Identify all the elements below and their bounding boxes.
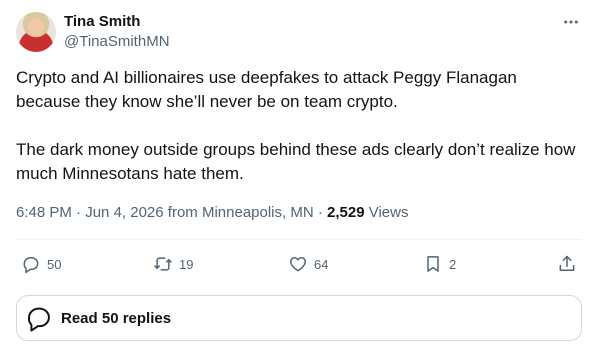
post-header: Tina Smith @TinaSmithMN — [16, 12, 582, 54]
bookmark-count: 2 — [449, 256, 457, 272]
share-button[interactable] — [557, 250, 577, 278]
author-name[interactable]: Tina Smith — [64, 13, 140, 31]
share-upload-icon — [559, 255, 575, 271]
bookmark-button[interactable]: 2 — [423, 250, 456, 278]
reply-bubble-icon — [28, 307, 50, 332]
meta-separator: · — [71, 204, 86, 221]
reply-count: 50 — [47, 256, 62, 272]
views-count: 2,529 — [327, 204, 365, 221]
more-options-button[interactable] — [560, 12, 582, 32]
like-button[interactable]: 64 — [288, 250, 328, 278]
post-date-link[interactable]: Jun 4, 2026 — [85, 204, 163, 221]
meta-separator: · — [313, 204, 328, 221]
post-paragraph: The dark money outside groups behind the… — [16, 140, 576, 183]
read-replies-button[interactable]: Read 50 replies — [16, 295, 582, 341]
author-handle[interactable]: @TinaSmithMN — [64, 33, 170, 51]
post-meta: 6:48 PM · Jun 4, 2026 from Minneapolis, … — [16, 204, 408, 222]
reply-bubble-icon — [23, 257, 39, 274]
bookmark-icon — [427, 256, 439, 272]
repost-arrows-icon — [154, 257, 172, 271]
views-label: Views — [364, 204, 409, 221]
post-time-link[interactable]: 6:48 PM — [16, 204, 72, 221]
avatar[interactable] — [16, 12, 56, 52]
read-replies-label: Read 50 replies — [61, 309, 172, 327]
post-text: Crypto and AI billionaires use deepfakes… — [16, 66, 582, 186]
post-paragraph: Crypto and AI billionaires use deepfakes… — [16, 68, 517, 111]
post-location: from Minneapolis, MN — [163, 204, 314, 221]
like-count: 64 — [314, 256, 329, 272]
more-horizontal-icon — [564, 20, 578, 24]
action-bar: 50 19 64 2 — [16, 250, 582, 278]
reply-button[interactable]: 50 — [21, 250, 61, 278]
repost-count: 19 — [179, 256, 194, 272]
repost-button[interactable]: 19 — [153, 250, 193, 278]
heart-icon — [290, 257, 306, 272]
divider — [16, 239, 582, 240]
